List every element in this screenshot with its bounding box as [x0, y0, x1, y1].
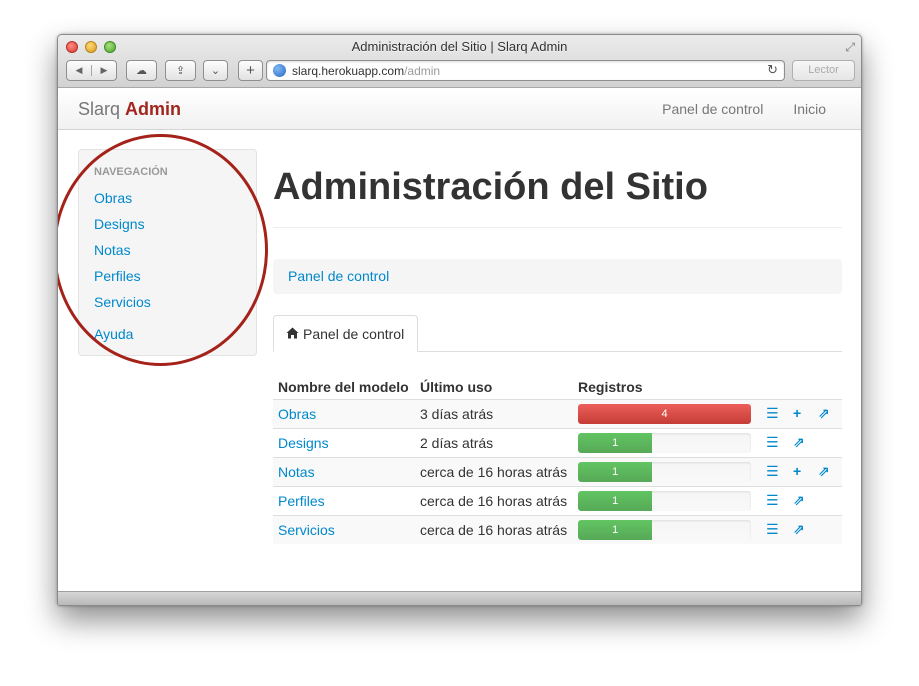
list-icon[interactable]: ☰ — [766, 492, 779, 509]
records-progress-bar: 4 — [578, 404, 751, 424]
last-used-cell: cerca de 16 horas atrás — [420, 522, 568, 538]
export-icon[interactable]: ⇗ — [793, 521, 805, 538]
fullscreen-icon[interactable]: ⤢ — [845, 40, 855, 55]
brand-prefix: Slarq — [78, 99, 121, 119]
tab-label: Panel de control — [303, 326, 405, 342]
records-progress-bar: 1 — [578, 491, 751, 511]
address-bar[interactable]: slarq.herokuapp.com/admin ↻ — [266, 60, 785, 81]
web-page: Slarq Admin Panel de control Inicio NAVE… — [58, 89, 861, 592]
title-bar: Administración del Sitio | Slarq Admin ⤢… — [58, 35, 861, 88]
last-used-cell: 3 días atrás — [420, 406, 494, 422]
reader-button[interactable]: Lector — [792, 60, 855, 81]
records-progress-bar: 1 — [578, 462, 751, 482]
records-bar-fill: 1 — [578, 462, 653, 482]
list-icon[interactable]: ☰ — [766, 405, 779, 422]
url-path: /admin — [404, 64, 441, 78]
url-text[interactable]: slarq.herokuapp.com/admin — [292, 64, 440, 78]
top-nav-links: Panel de control Inicio — [662, 101, 826, 117]
model-name-link[interactable]: Perfiles — [278, 493, 325, 509]
records-progress-bar: 1 — [578, 520, 751, 540]
records-bar-fill: 4 — [578, 404, 751, 424]
list-icon[interactable]: ☰ — [766, 434, 779, 451]
browser-window: Administración del Sitio | Slarq Admin ⤢… — [57, 34, 862, 606]
table-row: Obras 3 días atrás 4 ☰ + ⇗ — [273, 399, 842, 428]
new-tab-button[interactable]: + — [238, 60, 263, 81]
model-name-link[interactable]: Obras — [278, 406, 316, 422]
list-icon[interactable]: ☰ — [766, 521, 779, 538]
export-icon[interactable]: ⇗ — [793, 492, 805, 509]
forward-icon[interactable]: ▶ — [91, 65, 116, 76]
add-icon[interactable]: + — [793, 405, 801, 421]
table-row: Notas cerca de 16 horas atrás 1 ☰ + ⇗ — [273, 457, 842, 486]
url-host: slarq.herokuapp.com — [292, 64, 405, 78]
pocket-icon: ⌄ — [210, 65, 221, 77]
model-name-link[interactable]: Notas — [278, 464, 315, 480]
nav-inicio[interactable]: Inicio — [793, 101, 826, 117]
pocket-button[interactable]: ⌄ — [203, 60, 228, 81]
export-icon[interactable]: ⇗ — [793, 434, 805, 451]
last-used-cell: 2 días atrás — [420, 435, 494, 451]
records-bar-fill: 1 — [578, 433, 653, 453]
records-bar-fill: 1 — [578, 520, 653, 540]
plus-icon: + — [246, 62, 255, 79]
reload-icon[interactable]: ↻ — [767, 62, 778, 78]
add-icon[interactable]: + — [793, 463, 801, 479]
annotation-circle — [58, 134, 268, 366]
header-records: Registros — [578, 379, 643, 395]
nav-panel-de-control[interactable]: Panel de control — [662, 101, 763, 117]
globe-icon — [273, 64, 286, 77]
breadcrumb-link[interactable]: Panel de control — [288, 268, 389, 284]
breadcrumb: Panel de control — [273, 259, 842, 294]
home-icon — [286, 327, 299, 339]
window-bottom-bar — [58, 591, 861, 605]
icloud-tabs-button[interactable]: ☁ — [126, 60, 157, 81]
table-row: Designs 2 días atrás 1 ☰ ⇗ — [273, 428, 842, 457]
list-icon[interactable]: ☰ — [766, 463, 779, 480]
tab-panel-de-control[interactable]: Panel de control — [273, 315, 418, 352]
export-icon[interactable]: ⇗ — [818, 405, 830, 422]
header-last-used: Último uso — [420, 379, 493, 395]
model-name-link[interactable]: Servicios — [278, 522, 335, 538]
table-row: Perfiles cerca de 16 horas atrás 1 ☰ ⇗ — [273, 486, 842, 515]
records-progress-bar: 1 — [578, 433, 751, 453]
page-title: Administración del Sitio — [273, 166, 708, 208]
last-used-cell: cerca de 16 horas atrás — [420, 493, 568, 509]
export-icon[interactable]: ⇗ — [818, 463, 830, 480]
header-model-name: Nombre del modelo — [278, 379, 409, 395]
top-navbar: Slarq Admin Panel de control Inicio — [58, 89, 861, 130]
title-divider — [273, 227, 842, 228]
back-forward-buttons: ◀ ▶ — [66, 60, 117, 81]
model-name-link[interactable]: Designs — [278, 435, 329, 451]
table-row: Servicios cerca de 16 horas atrás 1 ☰ ⇗ — [273, 515, 842, 544]
share-button[interactable]: ⇪ — [165, 60, 196, 81]
share-icon: ⇪ — [175, 65, 186, 77]
cloud-icon: ☁ — [136, 65, 147, 77]
brand-accent: Admin — [125, 99, 182, 119]
brand-logo[interactable]: Slarq Admin — [78, 99, 181, 120]
window-title: Administración del Sitio | Slarq Admin — [351, 39, 568, 54]
records-bar-fill: 1 — [578, 491, 653, 511]
back-icon[interactable]: ◀ — [67, 65, 91, 76]
last-used-cell: cerca de 16 horas atrás — [420, 464, 568, 480]
